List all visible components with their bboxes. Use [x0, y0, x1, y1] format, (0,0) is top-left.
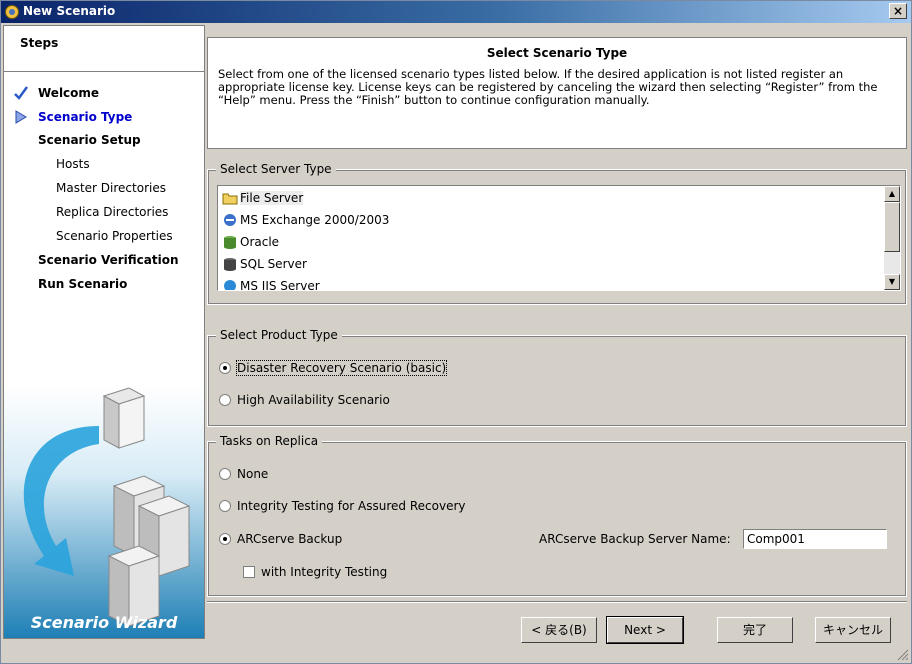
radio-on-icon	[219, 533, 231, 545]
server-type-legend: Select Server Type	[216, 162, 336, 176]
wizard-caption: Scenario Wizard	[30, 613, 178, 632]
resize-grip-icon[interactable]	[895, 647, 909, 661]
server-type-list[interactable]: File Server MS Exchange 2000/2003 Oracle…	[217, 185, 901, 291]
radio-integrity-testing[interactable]: Integrity Testing for Assured Recovery	[219, 499, 466, 513]
page-description: Select from one of the licensed scenario…	[218, 67, 878, 107]
radio-on-icon	[219, 362, 231, 374]
cancel-button[interactable]: キャンセル	[815, 617, 891, 643]
list-item[interactable]: File Server	[222, 188, 304, 208]
close-button[interactable]: ×	[889, 3, 907, 19]
list-item[interactable]: MS IIS Server	[222, 276, 320, 290]
radio-disaster-recovery[interactable]: Disaster Recovery Scenario (basic)	[219, 360, 448, 376]
wizard-window: New Scenario × Steps Welcome Scenario Ty…	[0, 0, 912, 664]
step-scenario-verification: Scenario Verification	[38, 253, 179, 267]
finish-button[interactable]: 完了	[717, 617, 793, 643]
back-button[interactable]: < 戻る(B)	[521, 617, 597, 643]
header-panel: Select Scenario Type Select from one of …	[207, 37, 907, 149]
radio-off-icon	[219, 468, 231, 480]
step-replica-directories: Replica Directories	[56, 205, 169, 219]
radio-off-icon	[219, 394, 231, 406]
check-icon	[14, 86, 28, 100]
title-bar[interactable]: New Scenario ×	[1, 1, 911, 23]
step-hosts: Hosts	[56, 157, 90, 171]
next-button[interactable]: Next >	[606, 616, 684, 644]
tasks-legend: Tasks on Replica	[216, 434, 323, 448]
radio-high-availability[interactable]: High Availability Scenario	[219, 393, 390, 407]
step-scenario-type: Scenario Type	[38, 110, 133, 124]
scroll-down-icon[interactable]: ▼	[884, 274, 900, 290]
radio-arcserve-backup[interactable]: ARCserve Backup	[219, 532, 342, 546]
radio-off-icon	[219, 500, 231, 512]
step-run-scenario: Run Scenario	[38, 277, 128, 291]
step-scenario-properties: Scenario Properties	[56, 229, 173, 243]
scroll-up-icon[interactable]: ▲	[884, 186, 900, 202]
server-name-label: ARCserve Backup Server Name:	[539, 532, 731, 546]
iis-icon	[224, 280, 236, 290]
exchange-icon	[224, 214, 236, 226]
step-scenario-setup: Scenario Setup	[38, 133, 141, 147]
sql-server-icon	[224, 258, 236, 271]
servers-illustration	[23, 387, 191, 627]
list-item[interactable]: MS Exchange 2000/2003	[222, 210, 389, 230]
app-icon	[5, 5, 19, 19]
product-type-group: Select Product Type	[207, 328, 907, 427]
steps-panel: Steps Welcome Scenario Type Scenario Set…	[3, 25, 205, 639]
folder-icon	[222, 193, 238, 205]
product-type-legend: Select Product Type	[216, 328, 342, 342]
step-master-directories: Master Directories	[56, 181, 166, 195]
checkbox-icon	[243, 566, 255, 578]
button-separator	[207, 601, 907, 603]
server-name-input[interactable]: Comp001	[743, 529, 887, 549]
list-item[interactable]: SQL Server	[222, 254, 307, 274]
with-integrity-checkbox[interactable]: with Integrity Testing	[243, 565, 387, 579]
step-welcome: Welcome	[38, 86, 100, 100]
list-scrollbar[interactable]: ▲ ▼	[884, 186, 900, 290]
wizard-graphic	[4, 386, 204, 638]
radio-none[interactable]: None	[219, 467, 268, 481]
database-icon	[224, 236, 236, 249]
list-item[interactable]: Oracle	[222, 232, 279, 252]
window-title: New Scenario	[23, 4, 116, 18]
current-step-arrow-icon	[15, 110, 27, 124]
page-title: Select Scenario Type	[486, 46, 628, 60]
steps-heading: Steps	[4, 26, 204, 72]
scroll-thumb[interactable]	[884, 202, 900, 252]
